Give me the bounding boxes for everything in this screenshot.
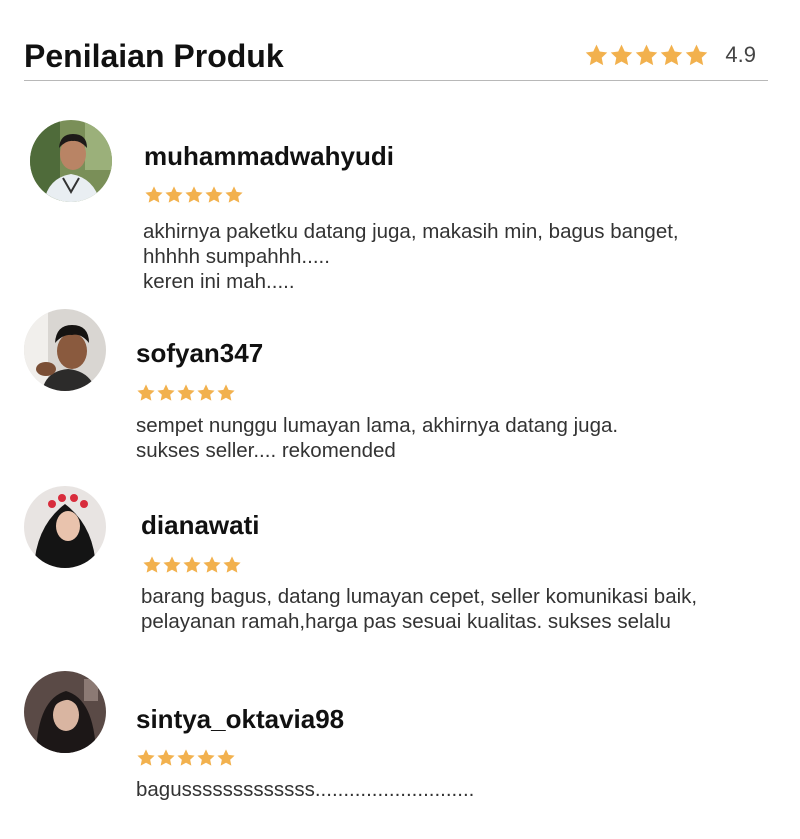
star-icon [586,44,608,65]
star-icon [177,749,195,766]
summary-stars [584,43,709,68]
avatar[interactable] [24,486,106,568]
star-icon [197,384,215,401]
review-username[interactable]: sofyan347 [136,338,263,369]
star-icon [183,556,201,573]
rating-value: 4.9 [725,42,756,67]
star-icon [177,384,195,401]
review-stars [136,748,236,768]
review-text: bagusssssssssssss.......................… [136,778,475,801]
reviews-header: Penilaian Produk 4.9 [24,34,768,81]
star-icon [137,749,155,766]
review-text: barang bagus, datang lumayan cepet, sell… [141,585,698,633]
star-icon [185,186,203,203]
star-icon [636,44,658,65]
star-icon [661,44,683,65]
review-stars [136,383,236,403]
avatar[interactable] [24,309,106,391]
star-icon [611,44,633,65]
star-icon [157,384,175,401]
avatar[interactable] [30,120,112,202]
star-icon [197,749,215,766]
star-icon [223,556,241,573]
star-icon [157,749,175,766]
star-icon [145,186,163,203]
star-icon [165,186,183,203]
review-username[interactable]: muhammadwahyudi [144,141,394,172]
review-text: sempet nunggu lumayan lama, akhirnya dat… [136,414,619,462]
review-stars [142,555,242,575]
star-icon [203,556,221,573]
avatar[interactable] [24,671,106,753]
star-icon [217,384,235,401]
star-icon [225,186,243,203]
star-icon [686,44,708,65]
star-icon [137,384,155,401]
review-stars [144,185,244,205]
review-text: akhirnya paketku datang juga, makasih mi… [143,220,679,293]
rating-summary: 4.9 [584,42,756,68]
star-icon [143,556,161,573]
star-icon [217,749,235,766]
review-username[interactable]: dianawati [141,510,259,541]
review-username[interactable]: sintya_oktavia98 [136,704,344,735]
page-title: Penilaian Produk [24,38,284,74]
star-icon [205,186,223,203]
star-icon [163,556,181,573]
